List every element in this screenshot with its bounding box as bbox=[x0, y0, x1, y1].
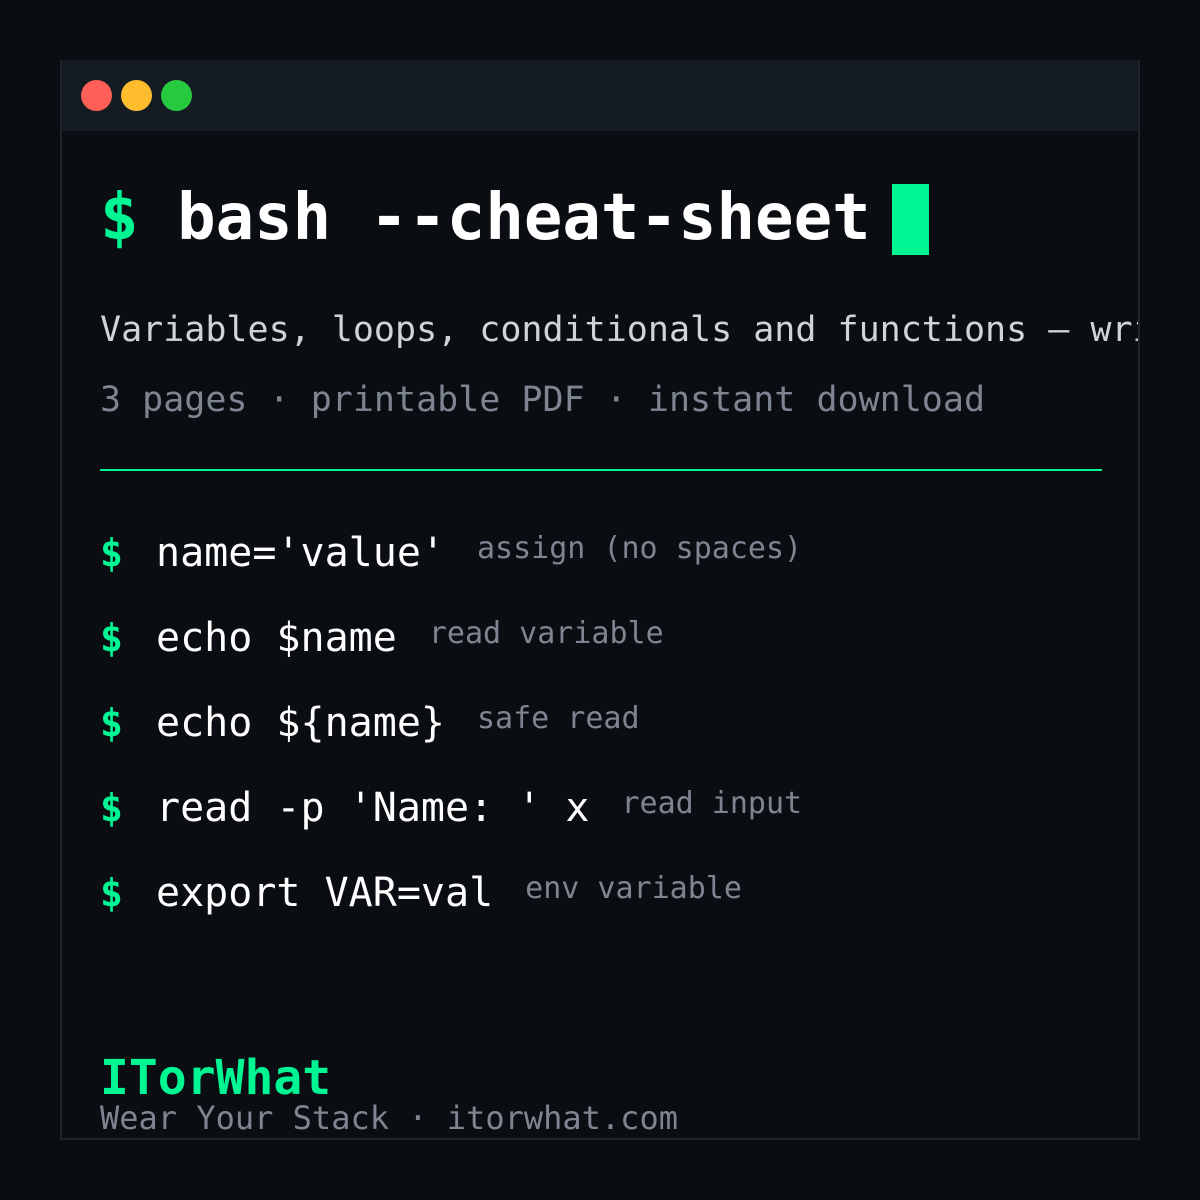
command-description: env variable bbox=[525, 871, 742, 906]
minimize-window-button[interactable] bbox=[121, 80, 152, 111]
list-item: $ name='value' assign (no spaces) bbox=[100, 530, 802, 580]
maximize-window-button[interactable] bbox=[161, 80, 192, 111]
subtitle: Variables, loops, conditionals and funct… bbox=[100, 310, 1140, 350]
command-code: echo ${name} bbox=[156, 700, 445, 746]
meta-info: 3 pages · printable PDF · instant downlo… bbox=[100, 380, 986, 420]
terminal-window: $ bash --cheat-sheet Variables, loops, c… bbox=[60, 60, 1140, 1140]
command-code: echo $name bbox=[156, 615, 397, 661]
list-item: $ export VAR=val env variable bbox=[100, 870, 742, 920]
prompt-symbol: $ bbox=[100, 531, 123, 575]
prompt-symbol: $ bbox=[100, 786, 123, 830]
prompt-symbol: $ bbox=[100, 616, 123, 660]
close-window-button[interactable] bbox=[81, 80, 112, 111]
title-prompt: $ bbox=[100, 181, 139, 255]
command-description: read input bbox=[621, 786, 803, 821]
page-title: $ bash --cheat-sheet bbox=[100, 178, 871, 258]
command-code: read -p 'Name: ' x bbox=[156, 785, 590, 831]
command-description: assign (no spaces) bbox=[476, 531, 803, 566]
command-description: read variable bbox=[428, 616, 664, 651]
window-titlebar bbox=[62, 60, 1138, 131]
list-item: $ echo $name read variable bbox=[100, 615, 664, 665]
divider bbox=[100, 469, 1102, 471]
list-item: $ read -p 'Name: ' x read input bbox=[100, 785, 802, 835]
title-command: bash --cheat-sheet bbox=[177, 181, 871, 255]
command-code: name='value' bbox=[156, 530, 445, 576]
brand-tagline: Wear Your Stack · itorwhat.com bbox=[100, 1099, 678, 1137]
prompt-symbol: $ bbox=[100, 871, 123, 915]
list-item: $ echo ${name} safe read bbox=[100, 700, 640, 750]
command-code: export VAR=val bbox=[156, 870, 494, 916]
command-description: safe read bbox=[476, 701, 640, 736]
cursor-block-icon bbox=[892, 184, 929, 255]
prompt-symbol: $ bbox=[100, 701, 123, 745]
